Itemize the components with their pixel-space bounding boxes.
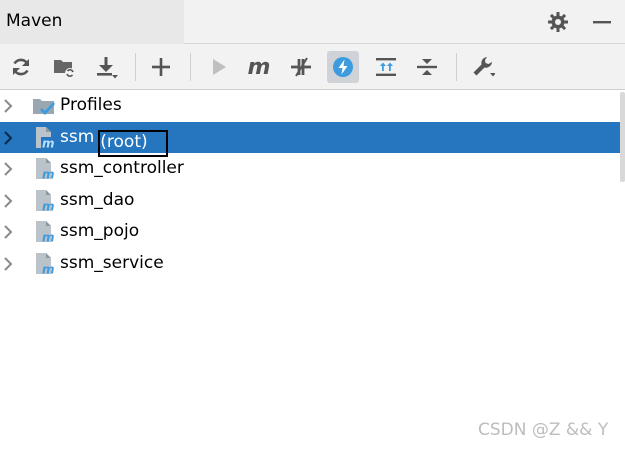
module-name: ssm: [60, 127, 95, 147]
tree-item-label: ssm_controller: [60, 158, 184, 178]
maven-tool-window: Maven m Profiles m ssm (root) m ssm_cont…: [0, 0, 625, 450]
gear-icon[interactable]: [546, 10, 570, 34]
maven-toolbar: m: [0, 44, 625, 90]
toolbar-divider: [190, 53, 191, 81]
tree-item-ssm-root[interactable]: m ssm (root): [0, 122, 622, 157]
chevron-right-icon[interactable]: [2, 98, 14, 114]
generate-sources-icon[interactable]: [48, 52, 80, 82]
vertical-scrollbar[interactable]: [620, 92, 625, 182]
chevron-right-icon[interactable]: [2, 130, 14, 146]
watermark: CSDN @Z && Y: [478, 420, 609, 440]
tree-item-ssm-dao[interactable]: m ssm_dao: [0, 185, 622, 216]
tree-item-label: ssm_service: [60, 253, 164, 273]
tree-item-ssm-controller[interactable]: m ssm_controller: [0, 153, 622, 184]
execute-goal-label: m: [247, 54, 271, 80]
maven-module-icon: m: [32, 157, 56, 181]
chevron-right-icon[interactable]: [2, 193, 14, 209]
toolbar-divider: [135, 53, 136, 81]
tree-item-label: Profiles: [60, 95, 122, 115]
tree-item-ssm-pojo[interactable]: m ssm_pojo: [0, 216, 622, 247]
skip-tests-icon[interactable]: [327, 51, 359, 83]
project-tree: Profiles m ssm (root) m ssm_controller m…: [0, 90, 625, 450]
chevron-right-icon[interactable]: [2, 256, 14, 272]
svg-text:m: m: [42, 231, 55, 245]
toggle-offline-icon[interactable]: [285, 52, 317, 82]
maven-module-icon: m: [32, 126, 56, 150]
minimize-icon[interactable]: [590, 10, 614, 34]
svg-text:m: m: [42, 200, 55, 214]
svg-text:m: m: [42, 168, 55, 182]
show-dependencies-icon[interactable]: [370, 52, 402, 82]
maven-module-icon: m: [32, 189, 56, 213]
maven-module-icon: m: [32, 220, 56, 244]
svg-text:m: m: [42, 137, 55, 151]
collapse-all-icon[interactable]: [411, 52, 443, 82]
tree-item-ssm-service[interactable]: m ssm_service: [0, 248, 622, 279]
run-icon[interactable]: [202, 52, 234, 82]
profiles-folder-icon: [32, 94, 56, 118]
chevron-right-icon[interactable]: [2, 161, 14, 177]
maven-tab[interactable]: Maven: [0, 0, 184, 44]
reload-icon[interactable]: [5, 52, 37, 82]
add-icon[interactable]: [145, 52, 177, 82]
chevron-right-icon[interactable]: [2, 224, 14, 240]
maven-module-icon: m: [32, 252, 56, 276]
toolbar-divider: [456, 53, 457, 81]
tool-window-header: Maven: [0, 0, 625, 44]
maven-settings-wrench-icon[interactable]: [467, 52, 499, 82]
tree-item-profiles[interactable]: Profiles: [0, 90, 622, 121]
execute-goal-icon[interactable]: m: [243, 52, 275, 82]
svg-text:m: m: [42, 263, 55, 277]
download-sources-icon[interactable]: [90, 52, 122, 82]
tree-item-label: ssm_pojo: [60, 221, 140, 241]
tool-window-title: Maven: [6, 11, 63, 31]
tree-item-label: ssm_dao: [60, 190, 135, 210]
